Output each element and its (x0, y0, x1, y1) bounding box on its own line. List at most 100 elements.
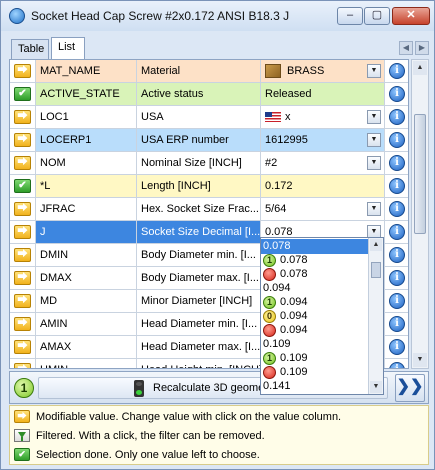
traffic-light-icon (134, 380, 144, 397)
dropdown-option-text: 0.094 (280, 324, 308, 336)
param-value-text: 1612995 (265, 134, 308, 146)
info-icon[interactable]: i (389, 316, 405, 332)
info-icon[interactable]: i (389, 155, 405, 171)
info-icon[interactable]: i (389, 339, 405, 355)
dropdown-option[interactable]: 0.094 (261, 281, 369, 296)
info-icon[interactable]: i (389, 362, 405, 368)
checkmark-icon: ✔ (14, 179, 31, 193)
modifiable-arrow-icon: ⮕ (14, 64, 31, 78)
info-icon[interactable]: i (389, 109, 405, 125)
dropdown-scroll-thumb[interactable] (371, 262, 381, 278)
param-description: Head Diameter min. [I... (137, 313, 261, 335)
value-dropdown-list[interactable]: 0.078 1 0.078 0.078 0.094 1 0.094 0 0.094 0.094 0.… (260, 237, 384, 395)
dropdown-option[interactable]: 0 0.094 (261, 309, 369, 324)
param-name: AMIN (36, 313, 137, 335)
close-button[interactable]: ✕ (392, 7, 430, 25)
info-icon[interactable]: i (389, 270, 405, 286)
dropdown-arrow-icon[interactable]: ▼ (367, 156, 381, 170)
info-cell: i (385, 152, 408, 174)
info-icon[interactable]: i (389, 178, 405, 194)
dropdown-option-text: 0.109 (280, 352, 308, 364)
tab-list[interactable]: List (51, 37, 85, 59)
dropdown-option[interactable]: 0.078 (261, 239, 369, 254)
status-one-icon: 1 (263, 351, 276, 365)
param-value-text: 0.172 (265, 180, 293, 192)
dropdown-option[interactable]: 0.094 (261, 323, 369, 338)
dropdown-option[interactable]: 0.141 (261, 379, 369, 394)
grid-row[interactable]: ✔ *L Length [INCH] 0.172 i (10, 175, 408, 198)
dropdown-option[interactable]: 0.109 (261, 337, 369, 352)
param-value[interactable]: #2 ▼ (261, 152, 385, 174)
tab-scroll-left-icon[interactable]: ◀ (399, 41, 413, 55)
grid-row[interactable]: ⮕ LOCERP1 USA ERP number 1612995 ▼ i (10, 129, 408, 152)
param-value[interactable]: BRASS ▼ (261, 60, 385, 82)
dropdown-arrow-icon[interactable]: ▼ (367, 110, 381, 124)
dropdown-scrollbar[interactable]: ▲ ▼ (368, 238, 383, 394)
grid-scrollbar[interactable]: ▲ ▼ (411, 59, 429, 369)
param-description: Nominal Size [INCH] (137, 152, 261, 174)
expand-chevrons-button[interactable]: ❯❯ (395, 374, 425, 402)
info-icon[interactable]: i (389, 63, 405, 79)
grid-row[interactable]: ⮕ LOC1 USA x ▼ i (10, 106, 408, 129)
dropdown-option[interactable]: 0.078 (261, 267, 369, 282)
dropdown-option-text: 0.078 (263, 240, 291, 252)
grid-row[interactable]: ⮕ NOM Nominal Size [INCH] #2 ▼ i (10, 152, 408, 175)
modifiable-arrow-icon: ⮕ (14, 156, 31, 170)
dropdown-arrow-icon[interactable]: ▼ (367, 202, 381, 216)
param-value[interactable]: 5/64 ▼ (261, 198, 385, 220)
status-cell: ⮕ (10, 267, 36, 289)
info-icon[interactable]: i (389, 132, 405, 148)
dropdown-option[interactable]: 1 0.109 (261, 351, 369, 366)
info-cell: i (385, 290, 408, 312)
legend-item: Filtered. With a click, the filter can b… (14, 427, 424, 445)
info-icon[interactable]: i (389, 224, 405, 240)
param-name: NOM (36, 152, 137, 174)
status-cell: ⮕ (10, 152, 36, 174)
dropdown-option[interactable]: 1 0.094 (261, 295, 369, 310)
param-value[interactable]: Released (261, 83, 385, 105)
dropdown-scroll-down-icon[interactable]: ▼ (370, 381, 382, 393)
info-icon[interactable]: i (389, 247, 405, 263)
param-name: DMAX (36, 267, 137, 289)
grid-row[interactable]: ✔ ACTIVE_STATE Active status Released i (10, 83, 408, 106)
param-value[interactable]: 0.172 (261, 175, 385, 197)
info-icon[interactable]: i (389, 201, 405, 217)
status-cell: ⮕ (10, 106, 36, 128)
info-cell: i (385, 106, 408, 128)
dropdown-option-text: 0.094 (263, 282, 291, 294)
dropdown-arrow-icon[interactable]: ▼ (367, 133, 381, 147)
minimize-button[interactable]: – (337, 7, 363, 25)
param-value-text: BRASS (287, 65, 325, 77)
modifiable-arrow-icon: ⮕ (14, 317, 31, 331)
status-one-icon: 1 (263, 295, 276, 309)
dropdown-option[interactable]: 0.109 (261, 365, 369, 380)
dropdown-option[interactable]: 1 0.078 (261, 253, 369, 268)
grid-row[interactable]: ⮕ JFRAC Hex. Socket Size Frac... 5/64 ▼ i (10, 198, 408, 221)
param-description: Socket Size Decimal [I... (137, 221, 261, 243)
dropdown-scroll-up-icon[interactable]: ▲ (370, 239, 382, 251)
param-name: MAT_NAME (36, 60, 137, 82)
app-window: Socket Head Cap Screw #2x0.172 ANSI B18.… (0, 0, 435, 470)
info-icon[interactable]: i (389, 86, 405, 102)
dropdown-option-text: 0.094 (280, 296, 308, 308)
param-name: AMAX (36, 336, 137, 358)
dropdown-option-text: 0.109 (280, 366, 308, 378)
param-value[interactable]: x ▼ (261, 106, 385, 128)
param-name: ACTIVE_STATE (36, 83, 137, 105)
legend-text: Selection done. Only one value left to c… (36, 449, 260, 461)
tab-scroll-right-icon[interactable]: ▶ (415, 41, 429, 55)
param-value[interactable]: 1612995 ▼ (261, 129, 385, 151)
legend-text: Filtered. With a click, the filter can b… (36, 430, 265, 442)
scroll-down-icon[interactable]: ▼ (413, 353, 427, 367)
dropdown-arrow-icon[interactable]: ▼ (367, 64, 381, 78)
scroll-thumb[interactable] (414, 114, 426, 234)
param-value-text: 5/64 (265, 203, 287, 215)
app-icon (9, 8, 25, 24)
param-description: Head Diameter max. [I... (137, 336, 261, 358)
tab-table[interactable]: Table (11, 39, 49, 59)
info-icon[interactable]: i (389, 293, 405, 309)
grid-row[interactable]: ⮕ MAT_NAME Material BRASS ▼ i (10, 60, 408, 83)
scroll-up-icon[interactable]: ▲ (413, 61, 427, 75)
dropdown-option-text: 0.078 (280, 254, 308, 266)
maximize-button[interactable]: ▢ (364, 7, 390, 25)
